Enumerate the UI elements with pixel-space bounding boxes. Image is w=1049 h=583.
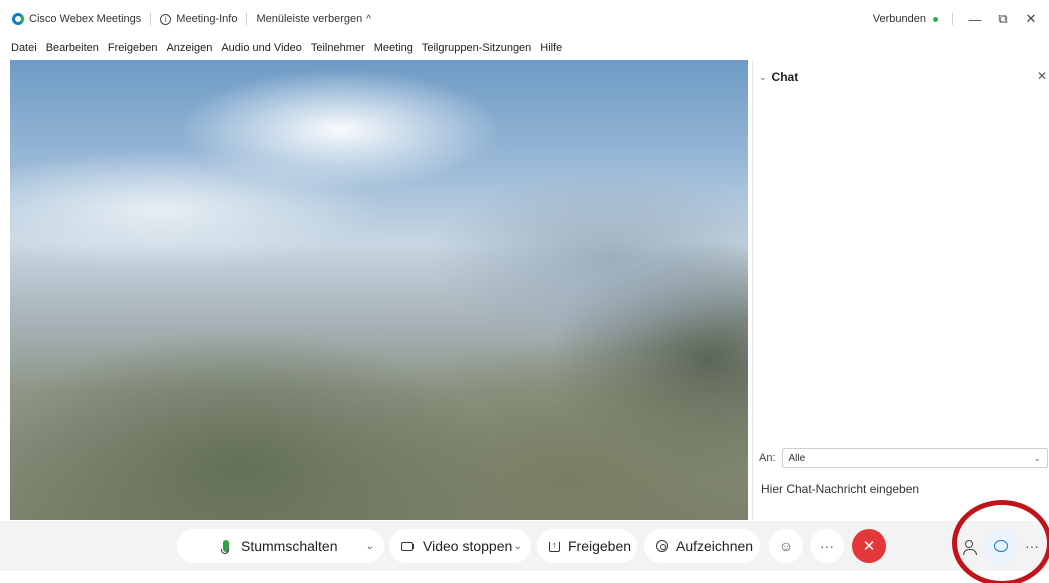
chat-bubble-icon [994,540,1008,552]
hide-menubar-button[interactable]: Menüleiste verbergen ^ [256,13,371,25]
stop-video-button[interactable]: Video stoppen ⌄ [389,529,531,563]
share-label: Freigeben [568,538,632,554]
camera-icon [401,541,414,551]
chevron-up-icon: ^ [366,13,371,25]
record-label: Aufzeichnen [676,538,754,554]
connection-status-dot-icon [933,16,938,22]
participants-icon [963,540,977,555]
restore-button[interactable]: ⧉ [989,11,1017,27]
title-right: Verbunden — ⧉ ✕ [873,0,1049,38]
chevron-down-icon: ⌄ [759,71,767,82]
mute-label: Stummschalten [241,538,338,554]
menu-audio-video[interactable]: Audio und Video [221,42,302,54]
record-button[interactable]: Aufzeichnen [644,529,760,563]
chat-button[interactable] [984,529,1018,563]
menu-freigeben[interactable]: Freigeben [108,42,158,54]
info-icon: i [160,13,172,25]
menu-meeting[interactable]: Meeting [374,42,413,54]
chat-close-button[interactable]: ✕ [1037,69,1047,83]
more-icon: ··· [1025,538,1039,554]
webex-logo-icon [12,13,24,25]
participants-button[interactable] [952,529,986,563]
close-window-button[interactable]: ✕ [1017,11,1045,27]
menu-datei[interactable]: Datei [11,42,37,54]
record-icon [656,540,668,552]
menu-teilnehmer[interactable]: Teilnehmer [311,42,365,54]
menu-bar: Datei Bearbeiten Freigeben Anzeigen Audi… [0,38,1049,58]
connection-status: Verbunden [872,13,926,25]
title-divider [246,13,248,25]
chat-recipient-select[interactable]: Alle ⌄ [781,448,1048,468]
minimize-button[interactable]: — [961,12,989,27]
chevron-down-icon: ⌄ [1033,452,1041,463]
chat-title: Chat [771,70,799,84]
share-button[interactable]: ↑ Freigeben [537,529,637,563]
video-stage [10,60,748,520]
chat-recipient-value: Alle [788,452,806,464]
chat-message-input[interactable]: Hier Chat-Nachricht eingeben [761,482,919,496]
more-options-button[interactable]: ··· [810,529,844,563]
mute-button[interactable]: Stummschalten ⌄ [177,529,384,563]
share-icon: ↑ [549,540,560,552]
panel-more-button[interactable]: ··· [1015,529,1049,563]
menu-anzeigen[interactable]: Anzeigen [166,42,212,54]
title-divider [150,13,152,25]
end-meeting-button[interactable]: ✕ [852,529,886,563]
close-icon: ✕ [862,538,876,555]
title-divider [952,13,953,25]
title-bar: Cisco Webex Meetings i Meeting-Info Menü… [0,0,1049,38]
app-name: Cisco Webex Meetings [29,13,142,25]
menu-bearbeiten[interactable]: Bearbeiten [46,42,99,54]
meeting-info-button[interactable]: i Meeting-Info [160,13,237,25]
chat-header-toggle[interactable]: ⌄ Chat [759,70,798,84]
chat-panel: ⌄ Chat ✕ An: Alle ⌄ Hier Chat-Nachricht … [752,60,1049,520]
stop-video-label: Video stoppen [423,538,513,554]
mute-options-chevron-icon[interactable]: ⌄ [366,541,374,552]
meeting-control-bar: Stummschalten ⌄ Video stoppen ⌄ ↑ Freige… [0,521,1049,571]
hide-menubar-label: Menüleiste verbergen [256,13,363,25]
menu-teilgruppen[interactable]: Teilgruppen-Sitzungen [422,42,531,54]
menu-hilfe[interactable]: Hilfe [540,42,562,54]
reactions-button[interactable]: ☺ [769,529,803,563]
title-left: Cisco Webex Meetings i Meeting-Info Menü… [0,0,371,38]
meeting-info-label: Meeting-Info [176,13,238,25]
video-options-chevron-icon[interactable]: ⌄ [514,541,522,552]
microphone-icon [221,540,229,554]
smiley-icon: ☺ [778,538,794,554]
chat-recipient-row: An: Alle ⌄ [759,448,1048,468]
more-icon: ··· [820,538,834,554]
chat-recipient-label: An: [759,452,776,464]
